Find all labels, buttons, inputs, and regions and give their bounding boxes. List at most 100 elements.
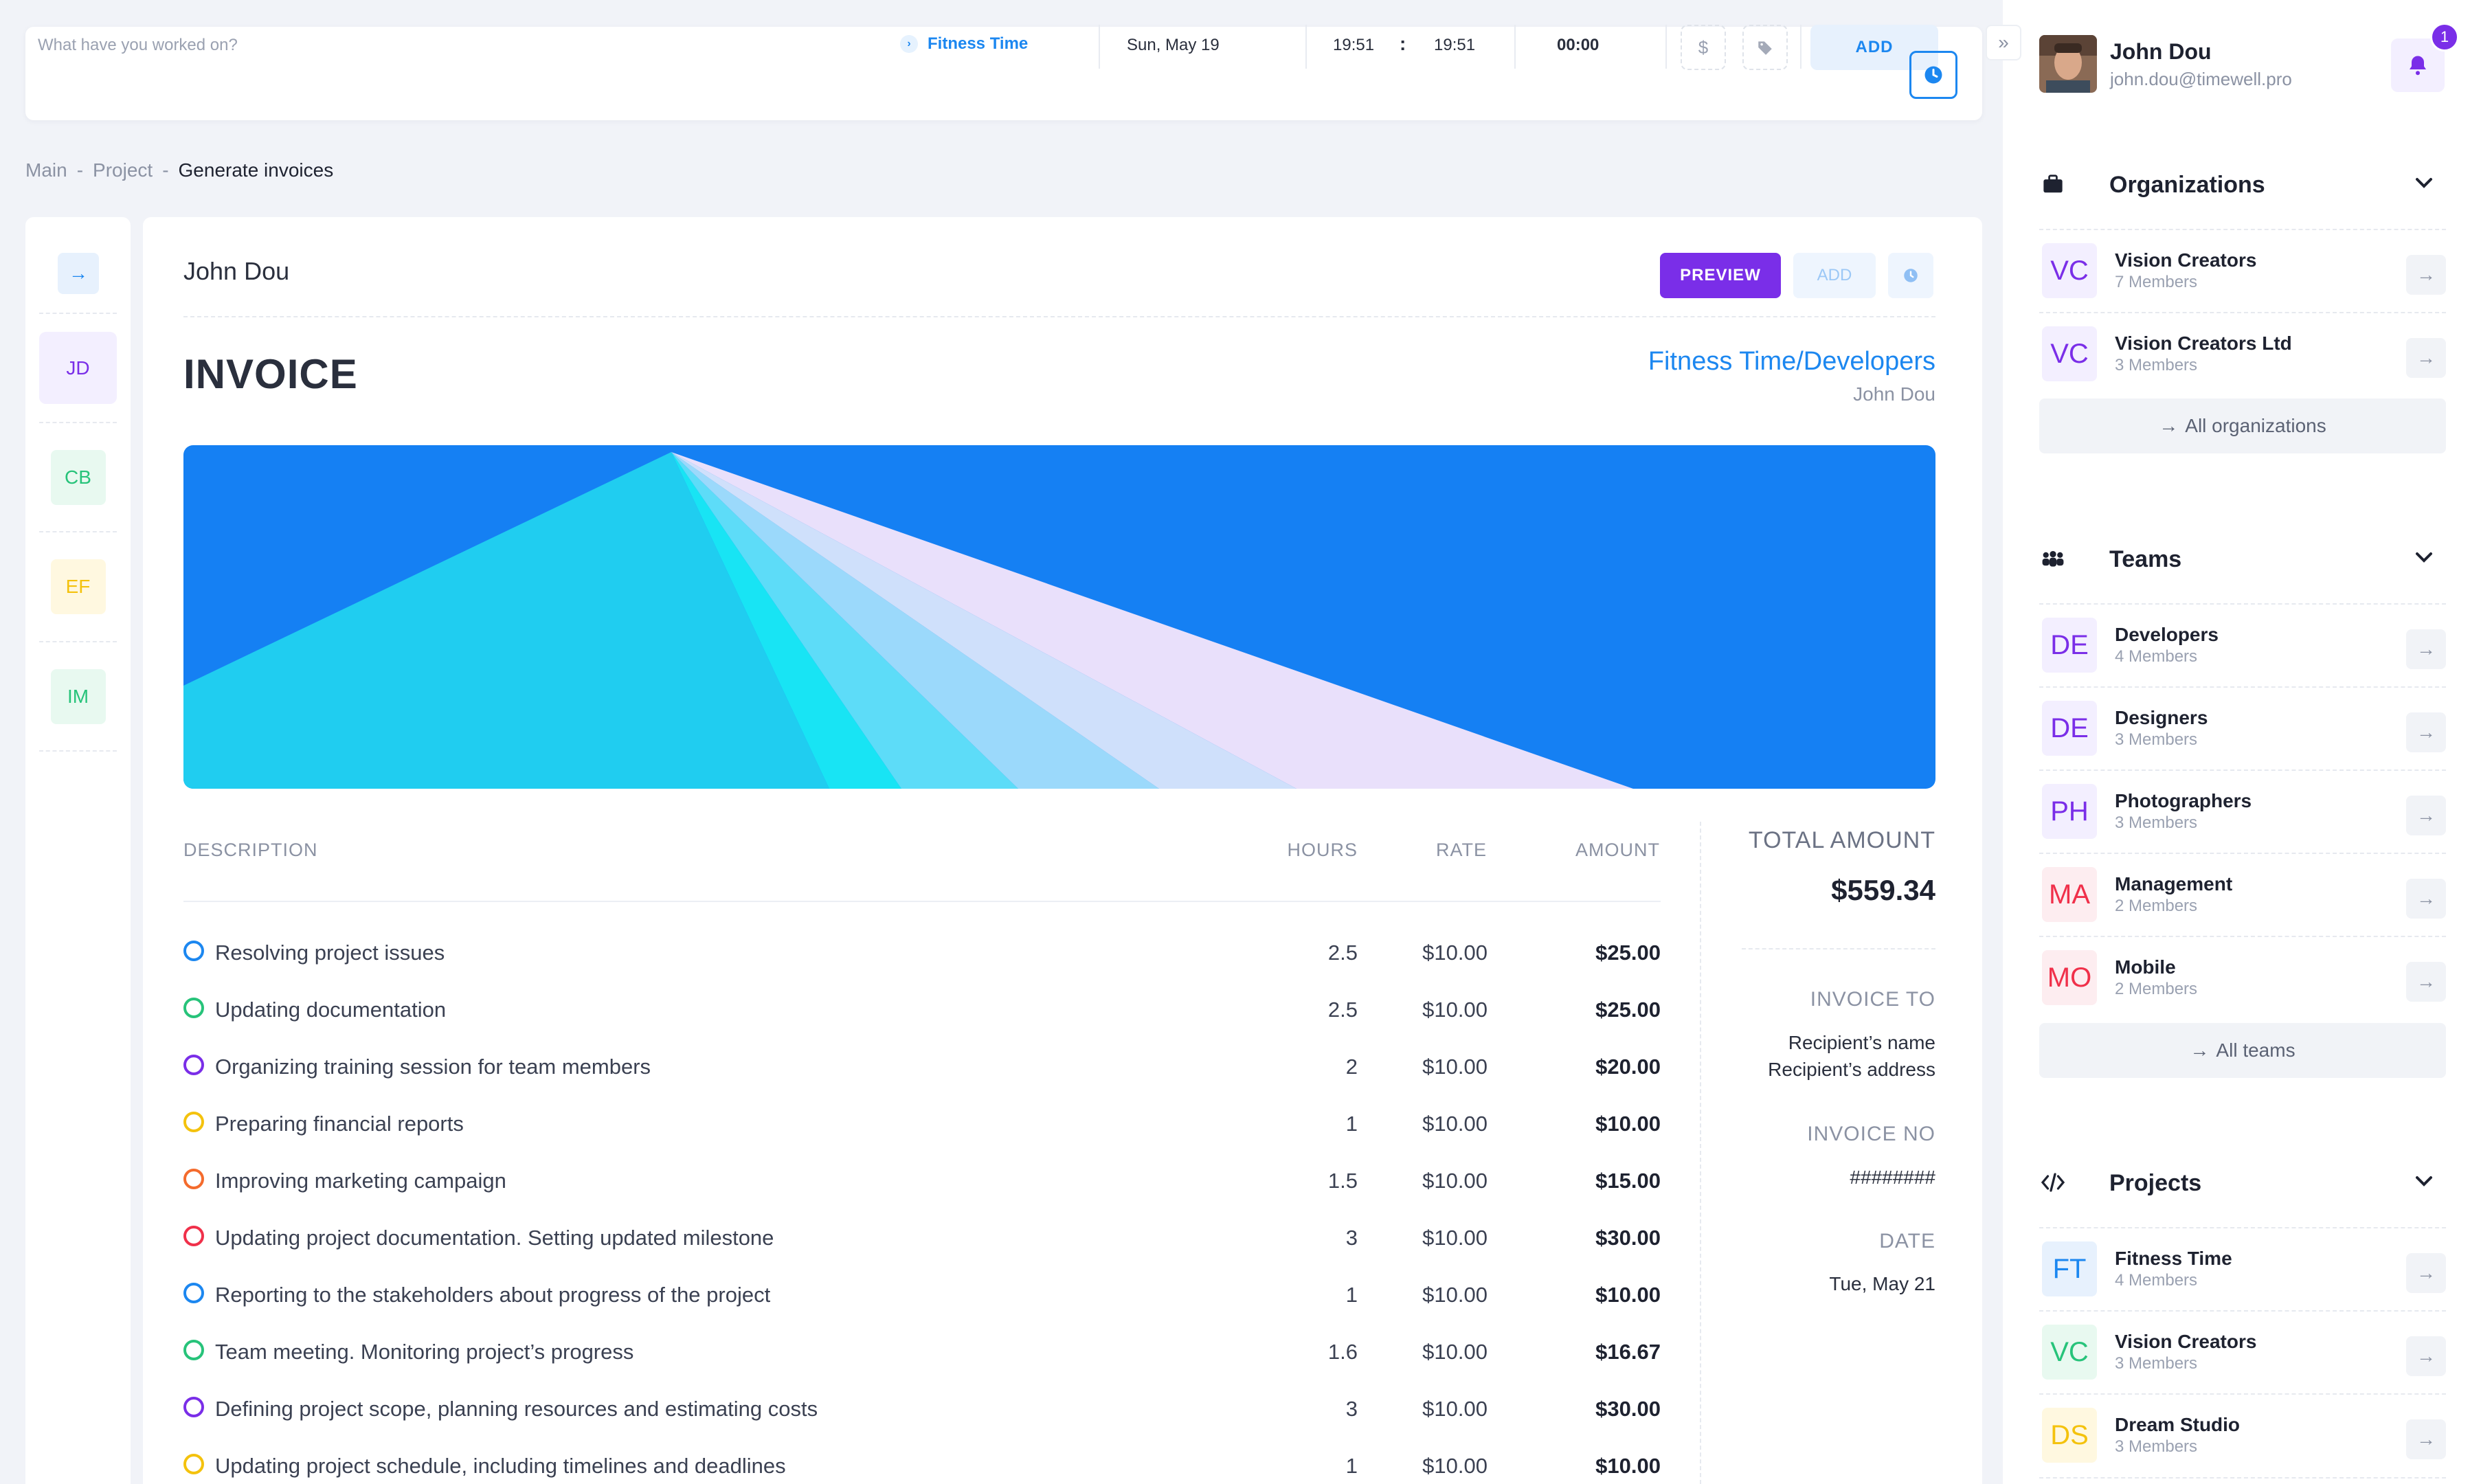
projects-header[interactable]: Projects (2039, 1162, 2451, 1203)
arrow-right-icon[interactable]: → (2406, 1419, 2446, 1459)
table-row[interactable]: Updating project documentation. Setting … (183, 1208, 1661, 1265)
arrow-right-icon[interactable]: → (2406, 712, 2446, 752)
row-amount: $25.00 (1595, 941, 1661, 965)
all-organizations-button[interactable]: → All organizations (2039, 398, 2446, 453)
breadcrumb-current: Generate invoices (178, 159, 334, 181)
timer-button[interactable] (1888, 253, 1933, 298)
start-time-input[interactable]: 19:51 (1333, 36, 1374, 55)
table-row[interactable]: Organizing training session for team mem… (183, 1037, 1661, 1094)
arrow-right-icon[interactable]: → (2406, 255, 2446, 295)
invoice-banner (183, 445, 1935, 789)
team-item[interactable]: DE Designers 3 Members → (2039, 686, 2446, 769)
breadcrumb-separator: - (76, 159, 84, 181)
table-row[interactable]: Improving marketing campaign 1.5 $10.00 … (183, 1151, 1661, 1208)
table-row[interactable]: Updating project schedule, including tim… (183, 1436, 1661, 1484)
notification-count-badge: 1 (2430, 23, 2459, 52)
chevron-right-icon: › (900, 35, 918, 53)
team-item[interactable]: DE Developers 4 Members → (2039, 603, 2446, 686)
all-teams-button[interactable]: → All teams (2039, 1023, 2446, 1078)
divider (1305, 25, 1307, 69)
row-description: Defining project scope, planning resourc… (215, 1397, 818, 1421)
item-members: 7 Members (2115, 273, 2198, 291)
avatar[interactable] (2039, 35, 2097, 93)
team-item[interactable]: MO Mobile 2 Members → (2039, 936, 2446, 1019)
organization-item[interactable]: VC Vision Creators Ltd 3 Members → (2039, 312, 2446, 395)
recipient-name[interactable]: Recipient’s name (1788, 1032, 1935, 1054)
expand-rail-button[interactable]: → (58, 253, 99, 294)
row-rate: $10.00 (1422, 1169, 1488, 1193)
arrow-right-icon[interactable]: → (2406, 879, 2446, 919)
project-item[interactable]: FT Fitness Time 4 Members → (2039, 1227, 2446, 1310)
arrow-right-icon[interactable]: → (2406, 338, 2446, 378)
task-description-input[interactable]: What have you worked on? (38, 36, 238, 55)
row-hours: 1.5 (1327, 1169, 1358, 1193)
double-chevron-right-icon: » (1998, 32, 2009, 53)
invoice-to-label: INVOICE TO (1810, 988, 1935, 1011)
chevron-down-icon[interactable] (2410, 169, 2438, 196)
row-rate: $10.00 (1422, 998, 1488, 1022)
preview-button[interactable]: PREVIEW (1660, 253, 1781, 298)
row-rate: $10.00 (1422, 1454, 1488, 1478)
row-amount: $15.00 (1595, 1169, 1661, 1193)
table-row[interactable]: Preparing financial reports 1 $10.00 $10… (183, 1094, 1661, 1151)
item-members: 2 Members (2115, 897, 2198, 915)
add-button[interactable]: ADD (1793, 253, 1876, 298)
row-amount: $20.00 (1595, 1055, 1661, 1079)
timer-mode-button[interactable] (1909, 51, 1957, 99)
table-row[interactable]: Updating documentation 2.5 $10.00 $25.00 (183, 980, 1661, 1037)
arrow-right-icon[interactable]: → (2406, 962, 2446, 1002)
divider (39, 750, 117, 752)
row-description: Improving marketing campaign (215, 1169, 506, 1193)
project-selector[interactable]: › Fitness Time (900, 34, 1028, 54)
invoice-number[interactable]: ######## (1850, 1167, 1935, 1189)
row-description: Updating project documentation. Setting … (215, 1226, 774, 1250)
table-row[interactable]: Defining project scope, planning resourc… (183, 1379, 1661, 1436)
row-hours: 1 (1345, 1112, 1358, 1136)
row-hours: 2 (1345, 1055, 1358, 1079)
table-row[interactable]: Reporting to the stakeholders about prog… (183, 1265, 1661, 1322)
invoice-company: Fitness Time/Developers (1648, 347, 1935, 376)
rail-avatar-im[interactable]: IM (39, 660, 117, 732)
invoice-title: INVOICE (183, 351, 358, 397)
arrow-right-icon[interactable]: → (2406, 796, 2446, 835)
arrow-right-icon[interactable]: → (2406, 1253, 2446, 1293)
team-item[interactable]: PH Photographers 3 Members → (2039, 769, 2446, 853)
clock-icon (1904, 269, 1918, 282)
rail-avatar-jd[interactable]: JD (39, 332, 117, 404)
arrow-right-icon[interactable]: → (2406, 629, 2446, 669)
tag-button[interactable] (1742, 25, 1788, 70)
recipient-address[interactable]: Recipient’s address (1768, 1059, 1935, 1081)
item-members: 3 Members (2115, 356, 2198, 374)
project-item[interactable]: VC Vision Creators 3 Members → (2039, 1310, 2446, 1393)
organization-item[interactable]: VC Vision Creators 7 Members → (2039, 229, 2446, 312)
date-picker[interactable]: Sun, May 19 (1127, 36, 1220, 55)
project-item[interactable]: DS Dream Studio 3 Members → (2039, 1393, 2446, 1476)
rail-avatar-cb[interactable]: CB (39, 441, 117, 513)
chevron-down-icon[interactable] (2410, 543, 2438, 571)
status-circle-icon (183, 1397, 204, 1417)
item-avatar: FT (2042, 1241, 2097, 1296)
item-members: 3 Members (2115, 730, 2198, 749)
chevron-down-icon[interactable] (2410, 1167, 2438, 1195)
briefcase-icon (2039, 172, 2067, 196)
rail-avatar-ef[interactable]: EF (39, 550, 117, 622)
table-row[interactable]: Resolving project issues 2.5 $10.00 $25.… (183, 923, 1661, 980)
divider (39, 422, 117, 423)
breadcrumb-main[interactable]: Main (25, 159, 67, 181)
breadcrumb-project[interactable]: Project (93, 159, 153, 181)
clock-icon (1924, 66, 1942, 84)
billable-toggle[interactable]: $ (1681, 25, 1726, 70)
table-row[interactable]: Team meeting. Monitoring project’s progr… (183, 1322, 1661, 1379)
item-members: 3 Members (2115, 1354, 2198, 1373)
collapse-panel-button[interactable]: » (1986, 25, 2021, 60)
teams-header[interactable]: Teams (2039, 538, 2451, 579)
status-circle-icon (183, 1055, 204, 1075)
arrow-right-icon[interactable]: → (2406, 1336, 2446, 1376)
invoice-date[interactable]: Tue, May 21 (1829, 1273, 1935, 1295)
end-time-input[interactable]: 19:51 (1434, 36, 1475, 55)
organizations-header[interactable]: Organizations (2039, 164, 2451, 205)
team-item[interactable]: MA Management 2 Members → (2039, 853, 2446, 936)
all-teams-label: All teams (2216, 1039, 2295, 1061)
section-title: Teams (2109, 546, 2182, 572)
item-members: 4 Members (2115, 647, 2198, 666)
